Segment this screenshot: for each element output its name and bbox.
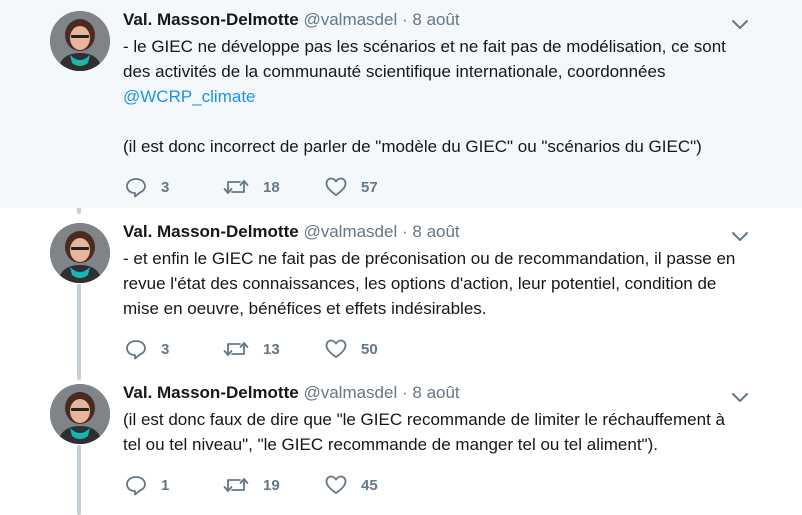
- chevron-down-icon[interactable]: [729, 15, 751, 33]
- heart-icon: [325, 339, 347, 358]
- reply-count: 3: [161, 340, 170, 358]
- tweet-text-line: mise en oeuvre, bénéfices et effets indé…: [123, 299, 487, 318]
- tweet-header: Val. Masson-Delmotte @valmasdel · 8 août: [123, 383, 460, 403]
- tweet[interactable]: Val. Masson-Delmotte @valmasdel · 8 août…: [0, 0, 802, 208]
- reply-count: 3: [161, 178, 170, 196]
- tweet-header: Val. Masson-Delmotte @valmasdel · 8 août: [123, 222, 460, 242]
- retweet-count: 18: [263, 178, 280, 196]
- tweet-text-line: revue l'état des connaissances, les opti…: [123, 274, 717, 293]
- profile-photo: [50, 11, 110, 71]
- like-button[interactable]: 50: [325, 337, 378, 361]
- tweet-text-line: tel ou tel niveau", "le GIEC recommande …: [123, 435, 658, 454]
- retweet-icon: [223, 478, 249, 492]
- reply-icon: [126, 476, 146, 496]
- retweet-button[interactable]: 19: [223, 473, 280, 497]
- profile-photo: [50, 384, 110, 444]
- author-name[interactable]: Val. Masson-Delmotte: [123, 10, 299, 29]
- tweet-text: - le GIEC ne développe pas les scénarios…: [123, 34, 763, 159]
- tweet-date[interactable]: 8 août: [412, 222, 459, 241]
- tweet-header: Val. Masson-Delmotte @valmasdel · 8 août: [123, 10, 460, 30]
- avatar[interactable]: [50, 11, 110, 71]
- tweet[interactable]: Val. Masson-Delmotte @valmasdel · 8 août…: [0, 370, 802, 515]
- tweet-text: (il est donc faux de dire que "le GIEC r…: [123, 407, 763, 457]
- reply-icon: [126, 178, 146, 198]
- tweet-text-line: des activités de la communauté scientifi…: [123, 62, 666, 81]
- reply-icon: [126, 340, 146, 360]
- avatar[interactable]: [50, 384, 110, 444]
- like-count: 50: [361, 340, 378, 358]
- heart-icon: [325, 475, 347, 494]
- tweet-text-line: - le GIEC ne développe pas les scénarios…: [123, 37, 726, 56]
- separator: ·: [401, 10, 408, 29]
- avatar[interactable]: [50, 223, 110, 283]
- retweet-icon: [223, 342, 249, 356]
- retweet-count: 13: [263, 340, 280, 358]
- reply-button[interactable]: 3: [125, 175, 169, 199]
- tweet-text: - et enfin le GIEC ne fait pas de précon…: [123, 246, 763, 321]
- retweet-icon: [223, 180, 249, 194]
- reply-button[interactable]: 1: [125, 473, 169, 497]
- tweet-date[interactable]: 8 août: [412, 383, 459, 402]
- retweet-button[interactable]: 18: [223, 175, 280, 199]
- mention-link[interactable]: @WCRP_climate: [123, 87, 256, 106]
- author-name[interactable]: Val. Masson-Delmotte: [123, 383, 299, 402]
- tweet[interactable]: Val. Masson-Delmotte @valmasdel · 8 août…: [0, 208, 802, 370]
- like-count: 45: [361, 476, 378, 494]
- reply-count: 1: [161, 476, 170, 494]
- separator: ·: [401, 383, 408, 402]
- author-handle[interactable]: @valmasdel: [303, 222, 397, 241]
- author-handle[interactable]: @valmasdel: [303, 10, 397, 29]
- author-name[interactable]: Val. Masson-Delmotte: [123, 222, 299, 241]
- heart-icon: [325, 177, 347, 196]
- tweet-text-line: (il est donc faux de dire que "le GIEC r…: [123, 410, 725, 429]
- like-count: 57: [361, 178, 378, 196]
- tweet-text-line: - et enfin le GIEC ne fait pas de précon…: [123, 249, 736, 268]
- author-handle[interactable]: @valmasdel: [303, 383, 397, 402]
- retweet-count: 19: [263, 476, 280, 494]
- profile-photo: [50, 223, 110, 283]
- retweet-button[interactable]: 13: [223, 337, 280, 361]
- separator: ·: [401, 222, 408, 241]
- like-button[interactable]: 45: [325, 473, 378, 497]
- chevron-down-icon[interactable]: [729, 388, 751, 406]
- like-button[interactable]: 57: [325, 175, 378, 199]
- tweet-date[interactable]: 8 août: [412, 10, 459, 29]
- tweet-text-line: (il est donc incorrect de parler de "mod…: [123, 137, 702, 156]
- chevron-down-icon[interactable]: [729, 227, 751, 245]
- reply-button[interactable]: 3: [125, 337, 169, 361]
